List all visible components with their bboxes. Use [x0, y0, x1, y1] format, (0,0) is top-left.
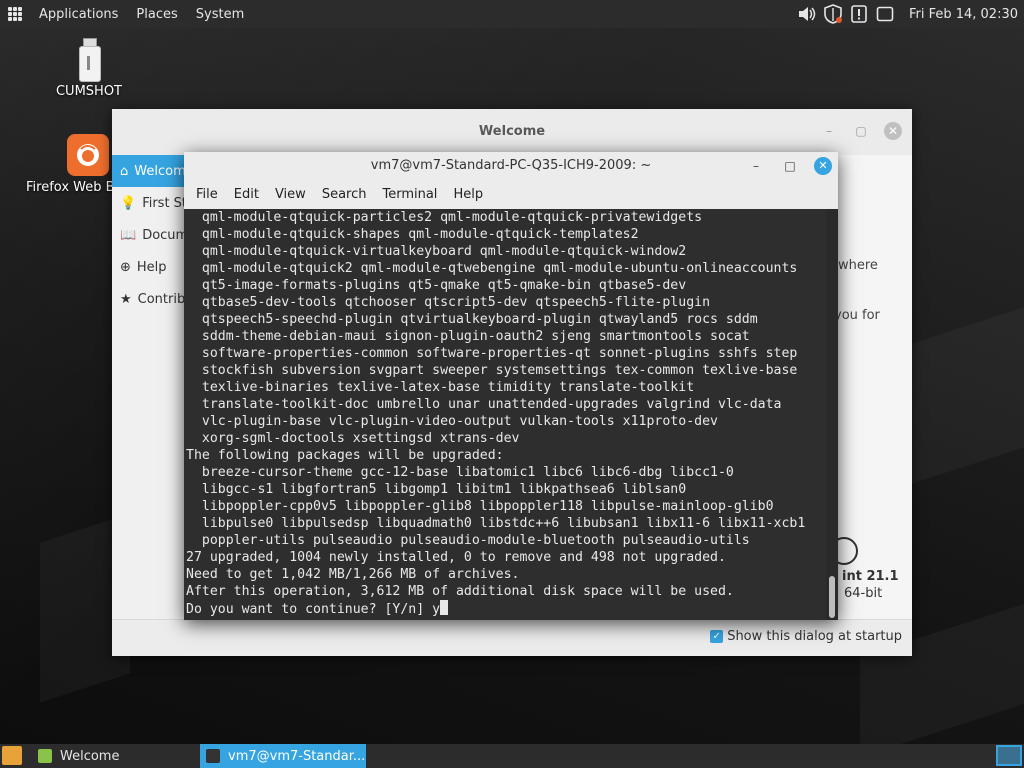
terminal-line: The following packages will be upgraded: [186, 448, 504, 463]
maximize-button[interactable]: ▢ [852, 122, 870, 140]
close-button[interactable]: ✕ [814, 157, 832, 175]
show-desktop-icon[interactable] [2, 746, 22, 765]
desktop-icon-label: CUMSHOT [55, 84, 122, 99]
taskbar-item-terminal[interactable]: vm7@vm7-Standar... [200, 744, 366, 768]
mint-welcome-icon [38, 749, 52, 763]
volume-icon[interactable] [797, 4, 817, 24]
terminal-cursor [440, 600, 449, 615]
show-at-startup-toggle[interactable]: ✓ Show this dialog at startup [710, 629, 902, 644]
terminal-line: qml-module-qtquick-shapes qml-module-qtq… [186, 227, 639, 242]
terminal-line: stockfish subversion svgpart sweeper sys… [186, 363, 798, 378]
desktop-icon-label: Firefox Web B [26, 180, 115, 195]
sidebar-item-first-steps[interactable]: 💡 First Steps [112, 187, 192, 219]
terminal-line: qtspeech5-speechd-plugin qtvirtualkeyboa… [186, 312, 758, 327]
workspace-switcher[interactable] [996, 745, 1022, 766]
terminal-line: vlc-plugin-base vlc-plugin-video-output … [186, 414, 718, 429]
arch-label: 64-bit [844, 586, 883, 601]
terminal-output[interactable]: qml-module-qtquick-particles2 qml-module… [184, 209, 826, 620]
home-icon: ⌂ [120, 163, 129, 179]
version-label: int 21.1 [842, 569, 899, 584]
welcome-body-fragment: where [838, 258, 878, 273]
terminal-line: libpoppler-cpp0v5 libpoppler-glib8 libpo… [186, 499, 774, 514]
minimize-button[interactable]: – [820, 122, 838, 140]
taskbar-item-label: Welcome [60, 748, 120, 764]
sidebar-item-help[interactable]: ⊕ Help [112, 251, 192, 283]
checkbox-checked-icon[interactable]: ✓ [710, 630, 724, 643]
scrollbar-thumb[interactable] [829, 576, 835, 618]
menu-search[interactable]: Search [314, 187, 375, 202]
terminal-line: texlive-binaries texlive-latex-base timi… [186, 380, 695, 395]
workspace-icon[interactable] [875, 4, 895, 24]
terminal-line: qml-module-qtquick-virtualkeyboard qml-m… [186, 244, 687, 259]
terminal-titlebar[interactable]: vm7@vm7-Standard-PC-Q35-ICH9-2009: ~ – □… [184, 152, 838, 180]
usb-drive-icon [77, 38, 101, 82]
terminal-line: qt5-image-formats-plugins qt5-qmake qt5-… [186, 278, 687, 293]
show-at-startup-label: Show this dialog at startup [727, 629, 902, 644]
terminal-prompt-line: Do you want to continue? [Y/n] y [186, 600, 826, 617]
terminal-line: translate-toolkit-doc umbrello unar unat… [186, 397, 782, 412]
terminal-line: poppler-utils pulseaudio pulseaudio-modu… [186, 533, 750, 548]
menu-file[interactable]: File [188, 187, 226, 202]
close-button[interactable]: ✕ [884, 122, 902, 140]
sidebar-item-documentation[interactable]: 📖 Documentation [112, 219, 192, 251]
firefox-icon [67, 134, 109, 176]
top-panel: Applications Places System Fri Feb 14, 0… [0, 0, 1024, 28]
menu-applications[interactable]: Applications [34, 7, 123, 22]
terminal-prompt-text: Do you want to continue? [Y/n] y [186, 602, 441, 617]
desktop-icon-usb[interactable]: CUMSHOT [54, 38, 124, 99]
terminal-line: Need to get 1,042 MB/1,266 MB of archive… [186, 567, 520, 582]
terminal-line: qtbase5-dev-tools qtchooser qtscript5-de… [186, 295, 711, 310]
lifebuoy-icon: ⊕ [120, 259, 131, 275]
terminal-line: breeze-cursor-theme gcc-12-base libatomi… [186, 465, 734, 480]
terminal-title: vm7@vm7-Standard-PC-Q35-ICH9-2009: ~ [370, 158, 652, 173]
apps-grid-icon[interactable] [8, 7, 22, 21]
terminal-line: qml-module-qtquick-particles2 qml-module… [186, 210, 703, 225]
maximize-button[interactable]: □ [780, 156, 800, 176]
terminal-line: libgcc-s1 libgfortran5 libgomp1 libitm1 … [186, 482, 687, 497]
star-icon: ★ [120, 291, 132, 307]
sidebar-item-contribute[interactable]: ★ Contribute [112, 283, 192, 315]
shield-icon[interactable] [823, 4, 843, 24]
lightbulb-icon: 💡 [120, 195, 137, 211]
menu-help[interactable]: Help [445, 187, 491, 202]
menu-places[interactable]: Places [131, 7, 182, 22]
terminal-line: libpulse0 libpulsedsp libquadmath0 libst… [186, 516, 806, 531]
menu-edit[interactable]: Edit [226, 187, 267, 202]
terminal-line: After this operation, 3,612 MB of additi… [186, 584, 734, 599]
clock[interactable]: Fri Feb 14, 02:30 [909, 7, 1018, 22]
terminal-line: software-properties-common software-prop… [186, 346, 798, 361]
sidebar-item-label: Help [136, 259, 167, 275]
menu-view[interactable]: View [267, 187, 314, 202]
bottom-taskbar: Welcome vm7@vm7-Standar... [0, 744, 1024, 768]
update-alert-icon[interactable] [849, 4, 869, 24]
welcome-body-fragment: you for [834, 308, 880, 323]
menu-terminal[interactable]: Terminal [374, 187, 445, 202]
terminal-line: qml-module-qtquick2 qml-module-qtwebengi… [186, 261, 798, 276]
book-icon: 📖 [120, 227, 137, 243]
taskbar-item-welcome[interactable]: Welcome [32, 744, 198, 768]
taskbar-item-label: vm7@vm7-Standar... [228, 748, 366, 764]
desktop-icon-firefox[interactable]: Firefox Web B [22, 134, 115, 195]
terminal-icon [206, 749, 220, 763]
welcome-title: Welcome [112, 109, 912, 155]
menu-system[interactable]: System [191, 7, 249, 22]
terminal-scrollbar[interactable] [826, 209, 838, 620]
terminal-menubar: File Edit View Search Terminal Help [184, 180, 838, 209]
sidebar-item-welcome[interactable]: ⌂ Welcome [112, 155, 192, 187]
welcome-sidebar: ⌂ Welcome 💡 First Steps 📖 Documentation … [112, 155, 192, 620]
terminal-line: xorg-sgml-doctools xsettingsd xtrans-dev [186, 431, 520, 446]
terminal-window: vm7@vm7-Standard-PC-Q35-ICH9-2009: ~ – □… [184, 152, 838, 620]
terminal-line: sddm-theme-debian-maui signon-plugin-oau… [186, 329, 750, 344]
terminal-line: 27 upgraded, 1004 newly installed, 0 to … [186, 550, 726, 565]
minimize-button[interactable]: – [746, 156, 766, 176]
welcome-footer: ✓ Show this dialog at startup [112, 619, 912, 656]
